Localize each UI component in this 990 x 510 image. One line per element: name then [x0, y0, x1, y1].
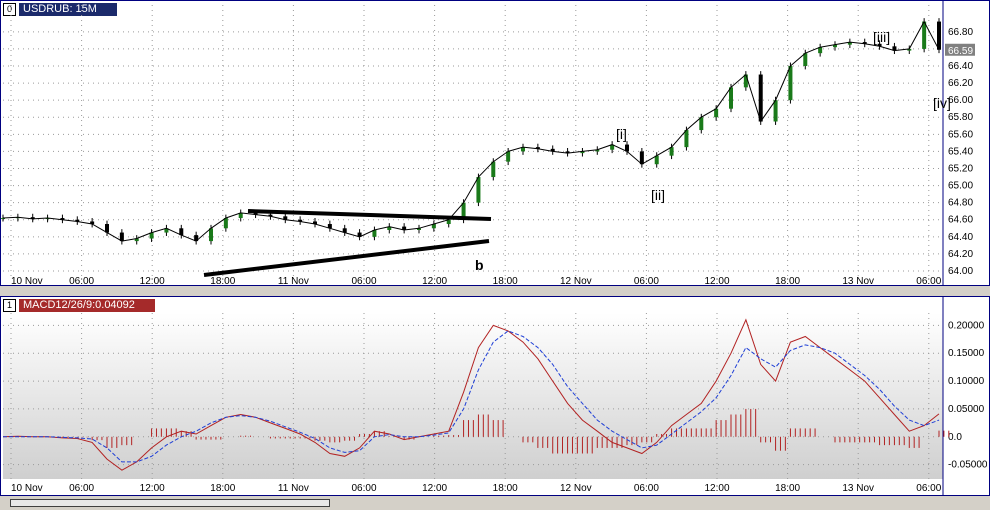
price-candle: [491, 161, 496, 178]
last-price-label: 66.59: [948, 46, 973, 57]
price-candle: [773, 100, 778, 122]
price-y-tick-label: 65.40: [948, 146, 973, 157]
price-x-tick-label: 18:00: [775, 276, 800, 285]
price-x-tick-label: 18:00: [493, 276, 518, 285]
price-y-tick-label: 65.00: [948, 181, 973, 192]
macd-x-tick-label: 12 Nov: [560, 483, 592, 494]
price-x-tick-label: 13 Nov: [842, 276, 874, 285]
macd-y-tick-label: 0.20000: [948, 320, 985, 331]
price-y-tick-label: 64.80: [948, 198, 973, 209]
price-candle: [639, 151, 644, 165]
price-chart-pane[interactable]: 0 USDRUB: 15M 10 Nov 06:00 12:00 18:00 11 No…: [0, 0, 990, 286]
price-x-tick-label: 11 Nov: [278, 276, 309, 285]
macd-chart: 10 Nov 06:00 12:00 18:00 11 Nov 06:00 12:00 18:…: [2, 297, 988, 495]
lower-trendline: [203, 239, 490, 277]
scrollbar-thumb[interactable]: [10, 499, 330, 507]
macd-x-tick-label: 06:00: [351, 483, 376, 494]
price-y-tick-label: 64.00: [948, 266, 973, 277]
macd-x-tick-label: 18:00: [775, 483, 800, 494]
price-candle: [922, 21, 927, 49]
price-x-tick-label: 12:00: [140, 276, 165, 285]
wave-label: [i]: [616, 126, 627, 142]
price-y-tick-label: 66.00: [948, 95, 973, 106]
macd-y-tick-label: 0.05000: [948, 404, 985, 415]
price-candle: [684, 130, 689, 148]
price-line: [2, 20, 940, 242]
price-x-tick-label: 12:00: [704, 276, 729, 285]
price-x-tick-label: 12:00: [422, 276, 447, 285]
price-candle: [743, 74, 748, 88]
macd-x-tick-label: 06:00: [69, 483, 94, 494]
price-candle: [699, 117, 704, 131]
macd-x-tick-label: 18:00: [210, 483, 235, 494]
price-candle: [209, 228, 213, 242]
price-y-tick-label: 64.40: [948, 232, 973, 243]
price-y-tick-label: 65.20: [948, 163, 973, 174]
price-candle: [803, 53, 808, 66]
wave-label: [iii]: [873, 29, 890, 45]
macd-x-tick-label: 06:00: [916, 483, 941, 494]
macd-y-tick-label: 0.10000: [948, 376, 985, 387]
price-x-tick-label: 18:00: [210, 276, 235, 285]
price-y-tick-label: 66.20: [948, 78, 973, 89]
price-y-tick-label: 65.80: [948, 112, 973, 123]
macd-x-tick-label: 13 Nov: [842, 483, 874, 494]
price-y-tick-label: 64.20: [948, 249, 973, 260]
macd-x-tick-label: 06:00: [634, 483, 659, 494]
macd-x-tick-label: 12:00: [422, 483, 447, 494]
price-x-tick-label: 06:00: [351, 276, 376, 285]
price-y-tick-label: 65.60: [948, 129, 973, 140]
price-candle: [788, 65, 793, 101]
macd-x-tick-label: 11 Nov: [278, 483, 309, 494]
macd-y-tick-label: 0.0: [948, 432, 962, 443]
price-x-tick-label: 12 Nov: [560, 276, 592, 285]
price-candle: [758, 74, 763, 122]
macd-y-tick-label: -0.05000: [948, 460, 988, 471]
price-y-tick-label: 64.60: [948, 215, 973, 226]
macd-x-tick-label: 12:00: [704, 483, 729, 494]
price-candle: [476, 177, 481, 203]
price-candle: [729, 87, 733, 109]
price-y-tick-label: 66.80: [948, 27, 973, 38]
macd-x-tick-label: 18:00: [493, 483, 518, 494]
price-x-tick-label: 06:00: [916, 276, 941, 285]
horizontal-scrollbar[interactable]: [0, 496, 990, 510]
price-chart: 10 Nov 06:00 12:00 18:00 11 Nov 06:00 12:00 18:…: [1, 1, 975, 285]
price-x-tick-label: 06:00: [69, 276, 94, 285]
price-candle: [937, 21, 941, 50]
wave-label: b: [475, 257, 484, 273]
macd-chart-pane[interactable]: 1 MACD12/26/9:0.04092 10 Nov 06:00 12:00 18…: [0, 296, 990, 496]
price-x-tick-label: 10 Nov: [11, 276, 43, 285]
price-y-tick-label: 66.40: [948, 61, 973, 72]
macd-y-tick-label: 0.15000: [948, 348, 985, 359]
macd-x-tick-label: 12:00: [140, 483, 165, 494]
wave-label: [ii]: [651, 187, 665, 203]
wave-label: [iv]: [933, 95, 951, 111]
price-x-tick-label: 06:00: [634, 276, 659, 285]
macd-x-tick-label: 10 Nov: [11, 483, 43, 494]
